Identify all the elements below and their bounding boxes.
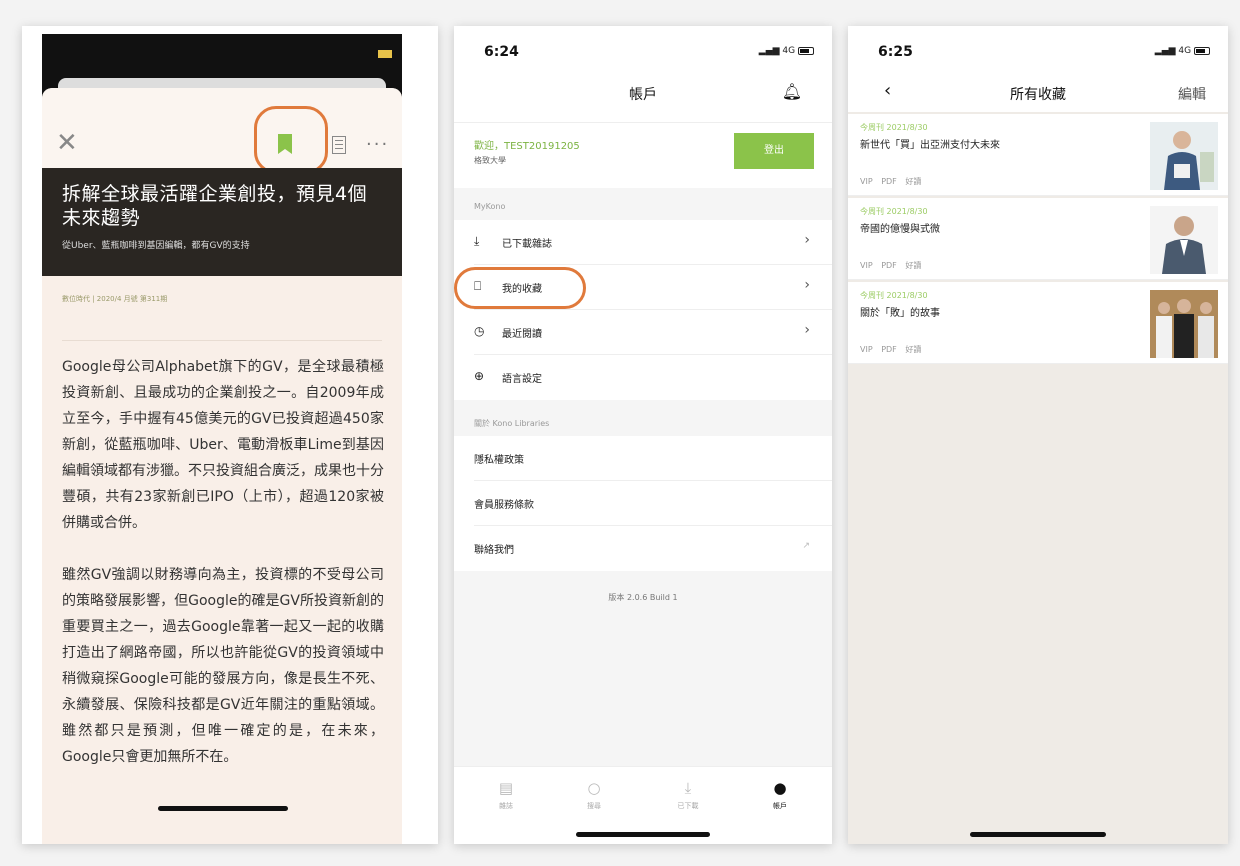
version-text: 版本 2.0.6 Build 1 <box>608 593 678 602</box>
favorite-source: 今周刊 2021/8/30 <box>860 291 928 300</box>
highlight-circle <box>454 267 586 309</box>
favorites-header: 6:25 ▂▄▆ 4G ‹ 所有收藏 編輯 <box>848 26 1228 112</box>
article-subtitle: 從Uber、藍瓶咖啡到基因編輯，都有GV的支持 <box>62 241 250 251</box>
tab-label: 雜誌 <box>499 802 513 810</box>
tab-magazine[interactable]: ▤ 雜誌 <box>476 779 536 811</box>
network-label: 4G <box>782 46 796 56</box>
download-icon: ⤓ <box>684 779 692 797</box>
chevron-right-icon: › <box>804 322 810 338</box>
network-label: 4G <box>1178 46 1192 56</box>
tab-downloaded[interactable]: ⤓ 已下載 <box>658 779 718 811</box>
status-network: ▂▄▆ 4G <box>759 46 814 56</box>
clock-icon: ◷ <box>474 324 485 338</box>
favorites-screen: 6:25 ▂▄▆ 4G ‹ 所有收藏 編輯 今周刊 2021/8/30 新世代「… <box>848 26 1228 844</box>
article-meta: 數位時代 | 2020/4 月號 第311期 <box>62 295 168 303</box>
table-of-contents-icon[interactable] <box>332 136 346 154</box>
menu-item-label: 聯絡我們 <box>474 545 514 556</box>
external-link-icon: ↗ <box>802 541 810 551</box>
logout-button[interactable]: 登出 <box>734 133 814 169</box>
battery-icon <box>798 46 814 55</box>
bell-icon[interactable]: 🔔︎ <box>782 82 802 101</box>
welcome-text: 歡迎，TEST20191205 <box>474 141 580 152</box>
favorite-title: 帝國的億慢與式微 <box>860 224 940 235</box>
menu-item-downloaded[interactable]: ⤓ 已下載雜誌 › <box>474 220 832 265</box>
tab-label: 已下載 <box>677 802 699 810</box>
article-hero: 拆解全球最活躍企業創投，預見4個未來趨勢 從Uber、藍瓶咖啡到基因編輯，都有G… <box>42 168 402 276</box>
menu-item-privacy[interactable]: 隱私權政策 <box>474 436 832 481</box>
more-options-icon[interactable]: ··· <box>366 134 389 155</box>
mykono-menu: ⤓ 已下載雜誌 › ⎕ 我的收藏 › ◷ 最近閱讀 › ⊕ 語言設定 <box>454 220 832 400</box>
menu-item-contact[interactable]: 聯絡我們 ↗ <box>474 526 832 571</box>
chevron-right-icon: › <box>804 232 810 248</box>
menu-item-favorites[interactable]: ⎕ 我的收藏 › <box>454 265 832 310</box>
home-indicator <box>158 806 288 811</box>
menu-item-language[interactable]: ⊕ 語言設定 <box>474 355 832 400</box>
article-sheet: ✕ ··· 拆解全球最活躍企業創投，預見4個未來趨勢 從Uber、藍瓶咖啡到基因… <box>42 78 402 844</box>
favorite-source: 今周刊 2021/8/30 <box>860 207 928 216</box>
status-bar: 6:25 ▂▄▆ 4G <box>848 26 1228 76</box>
article-toolbar: ✕ ··· <box>42 88 402 174</box>
account-screen: 6:24 ▂▄▆ 4G 帳戶 🔔︎ 歡迎，TEST20191205 格致大學 登… <box>454 26 832 844</box>
school-name: 格致大學 <box>474 156 506 165</box>
favorite-item[interactable]: 今周刊 2021/8/30 帝國的億慢與式微 VIP PDF 好讀 <box>848 198 1228 280</box>
favorite-title: 新世代「買」出亞洲支付大未來 <box>860 140 1000 151</box>
section-label-mykono: MyKono <box>474 202 506 211</box>
favorite-title: 關於「敗」的故事 <box>860 308 940 319</box>
tab-account[interactable]: ● 帳戶 <box>750 779 810 811</box>
about-menu: 隱私權政策 會員服務條款 聯絡我們 ↗ <box>454 436 832 571</box>
tab-search[interactable]: ○ 搜尋 <box>564 779 624 811</box>
favorite-tags: VIP PDF 好讀 <box>860 261 922 270</box>
favorite-thumbnail <box>1150 122 1218 190</box>
article-title: 拆解全球最活躍企業創投，預見4個未來趨勢 <box>62 183 368 229</box>
favorite-thumbnail <box>1150 290 1218 358</box>
search-icon: ○ <box>587 779 601 797</box>
menu-item-label: 已下載雜誌 <box>502 239 552 250</box>
home-indicator <box>576 832 710 837</box>
menu-item-label: 最近閱讀 <box>502 329 542 340</box>
article-paragraph: Google母公司Alphabet旗下的GV，是全球最積極投資新創、且最成功的企… <box>62 359 384 531</box>
welcome-panel: 歡迎，TEST20191205 格致大學 登出 <box>454 122 832 188</box>
tab-label: 帳戶 <box>773 802 787 810</box>
home-indicator <box>970 832 1106 837</box>
menu-item-label: 會員服務條款 <box>474 500 534 511</box>
close-icon[interactable]: ✕ <box>56 130 78 156</box>
menu-item-recent[interactable]: ◷ 最近閱讀 › <box>474 310 832 355</box>
globe-icon: ⊕ <box>474 369 485 383</box>
status-time: 6:24 <box>484 44 519 60</box>
tab-label: 搜尋 <box>587 802 601 810</box>
favorite-item[interactable]: 今周刊 2021/8/30 新世代「買」出亞洲支付大未來 VIP PDF 好讀 <box>848 114 1228 196</box>
page-title: 帳戶 <box>629 87 657 103</box>
article-paragraph: 雖然GV強調以財務導向為主，投資標的不受母公司的策略發展影響，但Google的確… <box>62 567 384 765</box>
account-icon: ● <box>773 779 787 797</box>
highlight-circle <box>254 106 328 174</box>
magazine-icon: ▤ <box>498 779 514 797</box>
favorite-item[interactable]: 今周刊 2021/8/30 關於「敗」的故事 VIP PDF 好讀 <box>848 282 1228 364</box>
status-bar: 6:24 ▂▄▆ 4G <box>454 26 832 76</box>
battery-icon <box>378 50 392 58</box>
menu-item-terms[interactable]: 會員服務條款 <box>474 481 832 526</box>
battery-icon <box>1194 46 1210 55</box>
status-time: 6:25 <box>878 44 913 60</box>
page-title: 所有收藏 <box>1010 87 1066 103</box>
favorite-tags: VIP PDF 好讀 <box>860 177 922 186</box>
chevron-right-icon: › <box>804 277 810 293</box>
menu-item-label: 語言設定 <box>502 374 542 385</box>
edit-button[interactable]: 編輯 <box>1178 84 1206 104</box>
favorite-thumbnail <box>1150 206 1218 274</box>
download-icon: ⤓ <box>474 234 480 248</box>
article-body: Google母公司Alphabet旗下的GV，是全球最積極投資新創、且最成功的企… <box>62 354 384 796</box>
menu-item-label: 隱私權政策 <box>474 455 524 466</box>
article-reader-screen: ✕ ··· 拆解全球最活躍企業創投，預見4個未來趨勢 從Uber、藍瓶咖啡到基因… <box>22 26 438 844</box>
status-network: ▂▄▆ 4G <box>1155 46 1210 56</box>
account-header: 6:24 ▂▄▆ 4G 帳戶 🔔︎ <box>454 26 832 122</box>
divider <box>62 340 382 341</box>
favorite-tags: VIP PDF 好讀 <box>860 345 922 354</box>
favorite-source: 今周刊 2021/8/30 <box>860 123 928 132</box>
article-clip: ✕ ··· 拆解全球最活躍企業創投，預見4個未來趨勢 從Uber、藍瓶咖啡到基因… <box>42 88 402 844</box>
section-label-about: 關於 Kono Libraries <box>474 419 550 428</box>
